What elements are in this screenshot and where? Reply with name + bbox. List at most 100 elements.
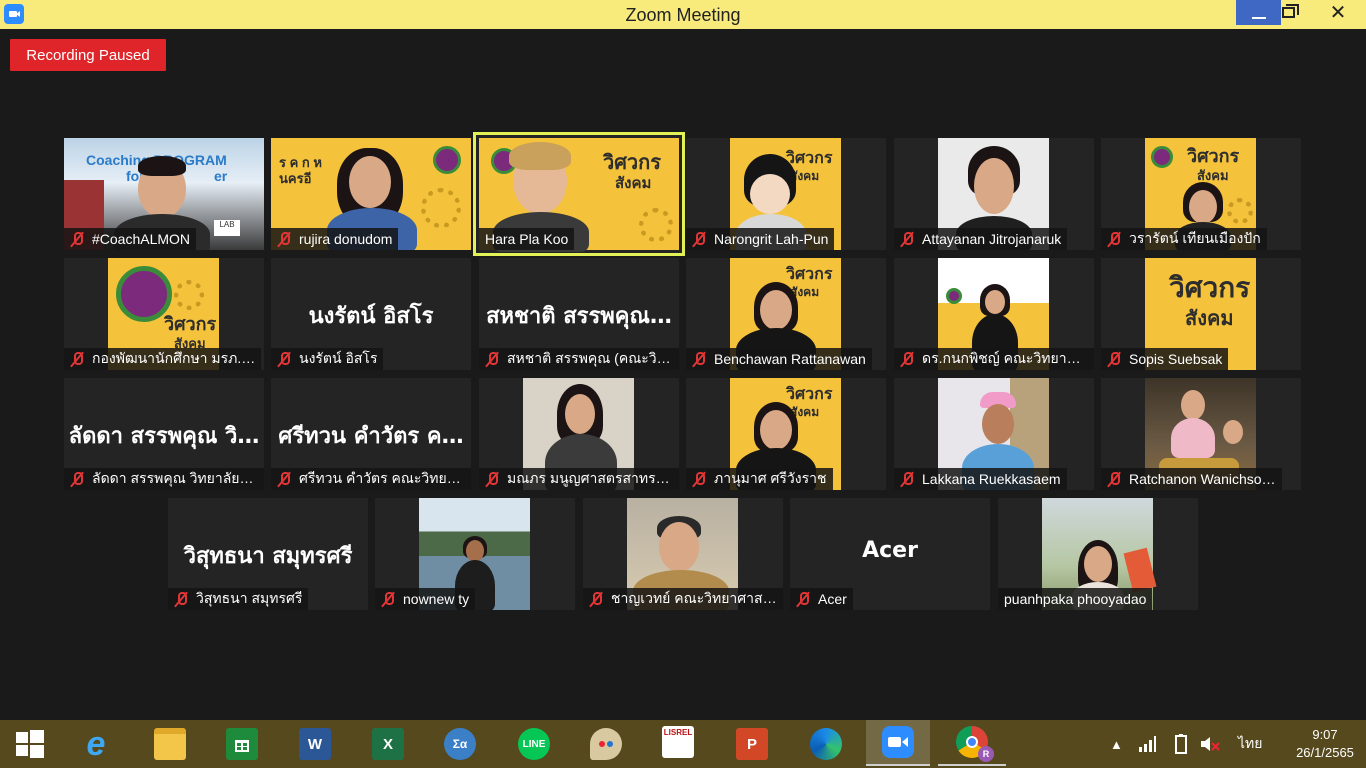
title-bar: Zoom Meeting ✕ xyxy=(0,0,1366,29)
edge-icon xyxy=(810,728,842,760)
tray-signal[interactable] xyxy=(1138,720,1156,768)
participant-tile[interactable]: วิศวกร สังคม วรารัตน์ เทียนเมืองปัก xyxy=(1101,138,1301,250)
slide-title: วิศวกร xyxy=(786,384,833,403)
taskbar-clock[interactable]: 9:07 26/1/2565 xyxy=(1290,726,1360,762)
start-button[interactable] xyxy=(10,724,50,764)
participant-display-name: ศรีทวน คำวัตร ค… xyxy=(278,424,464,449)
taskbar-zoom[interactable] xyxy=(866,720,930,766)
participant-tile[interactable]: ร ค ก ห นครอี rujira donudom xyxy=(271,138,471,250)
muted-mic-icon xyxy=(275,470,293,488)
word-icon: W xyxy=(299,728,331,760)
participant-tile[interactable]: ชาญเวทย์ คณะวิทยาศาสตร์ xyxy=(583,498,783,610)
participant-tile[interactable]: ลัดดา สรรพคุณ วิ… ลัดดา สรรพคุณ วิทยาลัย… xyxy=(64,378,264,490)
taskbar-line[interactable]: LINE xyxy=(514,724,554,764)
taskbar-edge[interactable] xyxy=(806,724,846,764)
participant-head xyxy=(985,290,1005,314)
participant-name: วิสุทธนา สมุทรศรี xyxy=(196,590,303,606)
participant-head xyxy=(466,540,484,562)
participant-name-bar: วิสุทธนา สมุทรศรี xyxy=(168,588,309,610)
participant-tile[interactable]: วิสุทธนา สมุทรศรี วิสุทธนา สมุทรศรี xyxy=(168,498,368,610)
slide-title: วิศวกร xyxy=(603,150,662,174)
zoom-icon xyxy=(882,726,914,758)
participant-head xyxy=(659,522,699,572)
muted-mic-icon xyxy=(275,350,293,368)
participant-head xyxy=(1223,420,1243,444)
participant-tile[interactable]: nownew ty xyxy=(375,498,575,610)
taskbar-paint[interactable] xyxy=(586,724,626,764)
muted-mic-icon xyxy=(690,230,708,248)
taskbar-word[interactable]: W xyxy=(295,724,335,764)
close-button[interactable]: ✕ xyxy=(1310,0,1366,25)
participant-head xyxy=(565,394,595,434)
participant-name-bar: Narongrit Lah-Pun xyxy=(686,228,835,250)
participant-head xyxy=(1189,190,1217,224)
taskbar-excel[interactable]: X xyxy=(368,724,408,764)
participant-tile[interactable]: สหชาติ สรรพคุณ… สหชาติ สรรพคุณ (คณะวิท… xyxy=(479,258,679,370)
clock-date: 26/1/2565 xyxy=(1296,745,1354,760)
taskbar-store[interactable] xyxy=(222,724,262,764)
close-icon: ✕ xyxy=(1329,1,1347,24)
participant-tile[interactable]: Attayanan Jitrojanaruk xyxy=(894,138,1094,250)
taskbar-math[interactable]: Σα xyxy=(440,724,480,764)
participant-tile[interactable]: ศรีทวน คำวัตร ค… ศรีทวน คำวัตร คณะวิทยา… xyxy=(271,378,471,490)
participant-name: ศรีทวน คำวัตร คณะวิทยา… xyxy=(299,470,465,486)
university-seal-icon xyxy=(1151,146,1173,168)
taskbar-file-explorer[interactable] xyxy=(150,724,190,764)
participant-tile[interactable]: วิศวกร สังคม Benchawan Rattanawan xyxy=(686,258,886,370)
taskbar-lisrel[interactable]: LISREL xyxy=(658,722,698,762)
slide-title: วิศวกร xyxy=(786,148,833,167)
participant-name: วรารัตน์ เทียนเมืองปัก xyxy=(1129,230,1261,246)
participant-display-name: นงรัตน์ อิสโร xyxy=(308,304,434,329)
participant-tile[interactable]: Ratchanon Wanichso… xyxy=(1101,378,1301,490)
taskbar-powerpoint[interactable]: P xyxy=(732,724,772,764)
participant-name: Hara Pla Koo xyxy=(485,231,569,247)
participant-head xyxy=(974,158,1014,214)
participant-tile[interactable]: ดร.กนกพิชญ์ คณะวิทยาก… xyxy=(894,258,1094,370)
participant-tile[interactable]: วิศวกร สังคม Narongrit Lah-Pun xyxy=(686,138,886,250)
paint-icon xyxy=(590,728,622,760)
muted-mic-icon xyxy=(794,590,812,608)
participant-name-bar: Lakkana Ruekkasaem xyxy=(894,468,1067,490)
participant-name-bar: นงรัตน์ อิสโร xyxy=(271,348,384,370)
participant-name-bar: ภานุมาศ ศรีวังราช xyxy=(686,468,833,490)
participant-head xyxy=(1084,546,1112,582)
taskbar-internet-explorer[interactable]: e xyxy=(76,724,116,764)
participant-tile[interactable]: มณภร มนูญศาสตรสาทร … xyxy=(479,378,679,490)
tray-battery[interactable] xyxy=(1172,720,1190,768)
participant-tile[interactable]: Acer Acer xyxy=(790,498,990,610)
muted-mic-icon xyxy=(898,230,916,248)
slide-subtitle: สังคม xyxy=(615,174,652,192)
participant-tile[interactable]: วิศวกร สังคม Sopis Suebsak xyxy=(1101,258,1301,370)
chrome-center-glyph xyxy=(966,736,978,748)
tray-volume[interactable] xyxy=(1200,720,1220,768)
participant-tile[interactable]: Coaching PROGRAM for er LAB #CoachALMON xyxy=(64,138,264,250)
slide-subtitle: สังคม xyxy=(1185,306,1234,330)
participant-display-name: Acer xyxy=(862,538,918,563)
muted-mic-icon xyxy=(1105,470,1123,488)
participant-tile[interactable]: นงรัตน์ อิสโร นงรัตน์ อิสโร xyxy=(271,258,471,370)
participant-name: Attayanan Jitrojanaruk xyxy=(922,231,1062,247)
participant-name-bar: ดร.กนกพิชญ์ คณะวิทยาก… xyxy=(894,348,1094,370)
participant-tile[interactable]: Lakkana Ruekkasaem xyxy=(894,378,1094,490)
ie-icon: e xyxy=(86,724,106,763)
participant-tile[interactable]: วิศวกร สังคม ภานุมาศ ศรีวังราช xyxy=(686,378,886,490)
participant-tile[interactable]: puanhpaka phooyadao xyxy=(998,498,1198,610)
tray-overflow-button[interactable]: ▲ xyxy=(1110,720,1123,768)
zoom-camera-glyph xyxy=(888,737,908,747)
participant-head xyxy=(760,290,792,330)
muted-mic-icon xyxy=(275,230,293,248)
taskbar-chrome[interactable]: R xyxy=(938,720,1006,766)
participant-tile[interactable]: วิศวกร สังคม กองพัฒนานักศึกษา มรภ.… xyxy=(64,258,264,370)
math-icon: Σα xyxy=(444,728,476,760)
participant-tile-active-speaker[interactable]: วิศวกร สังคม Hara Pla Koo xyxy=(473,132,685,256)
muted-mic-icon xyxy=(690,470,708,488)
muted-mic-icon xyxy=(68,350,86,368)
recording-paused-button[interactable]: Recording Paused xyxy=(10,39,166,71)
participant-name: ลัดดา สรรพคุณ วิทยาลัยก… xyxy=(92,470,258,486)
excel-icon: X xyxy=(372,728,404,760)
restore-icon xyxy=(1281,4,1299,18)
participant-name: ดร.กนกพิชญ์ คณะวิทยาก… xyxy=(922,350,1088,366)
maximize-button[interactable] xyxy=(1266,0,1310,25)
muted-mic-icon xyxy=(587,590,605,608)
language-indicator[interactable]: ไทย xyxy=(1238,720,1262,768)
